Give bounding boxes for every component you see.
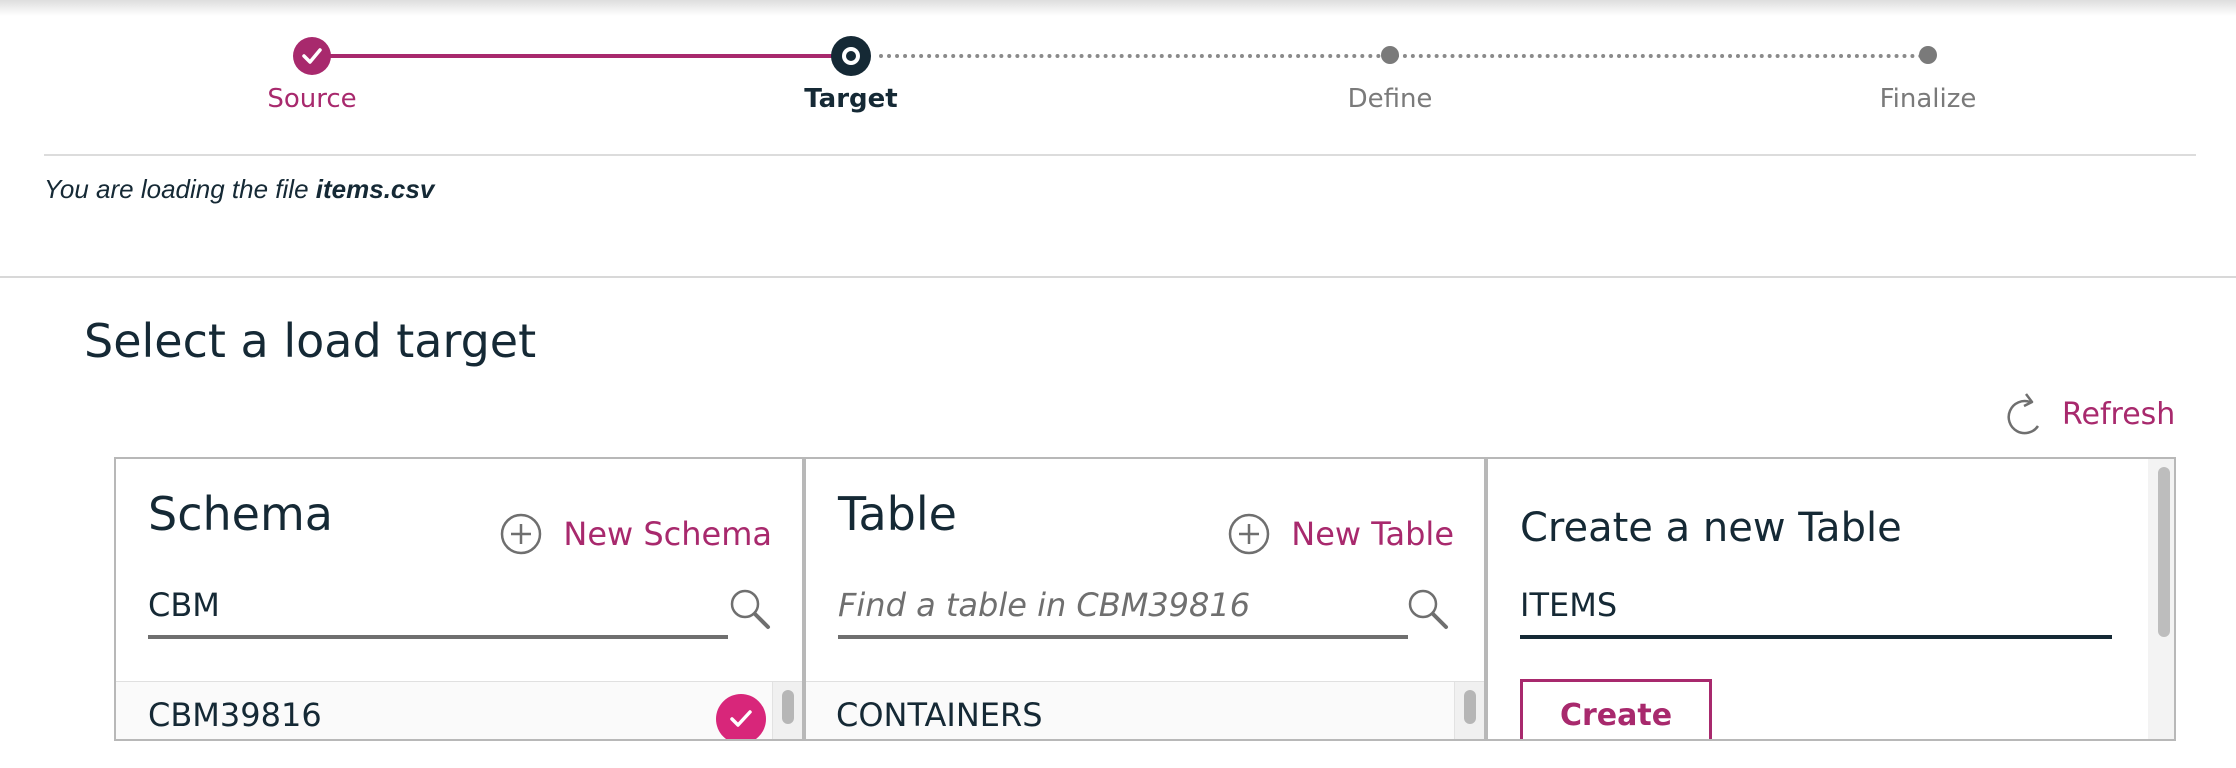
refresh-icon <box>2007 393 2040 435</box>
table-list: CONTAINERS <box>806 681 1484 739</box>
table-panel: Table New Table Find a table in CBM39816… <box>806 459 1488 739</box>
step-label: Finalize <box>1879 84 1977 114</box>
file-note: You are loading the file items.csv <box>44 174 434 205</box>
selected-indicator <box>716 694 766 739</box>
table-name-input[interactable]: ITEMS <box>1520 577 2112 639</box>
step-target[interactable]: Target <box>731 0 971 130</box>
file-note-prefix: You are loading the file <box>44 174 309 204</box>
new-schema-label: New Schema <box>563 515 772 553</box>
file-name: items.csv <box>315 174 435 204</box>
scrollbar[interactable] <box>772 682 802 739</box>
table-search-input[interactable]: Find a table in CBM39816 <box>838 577 1408 639</box>
search-icon[interactable] <box>728 587 772 631</box>
scrollbar-thumb[interactable] <box>1464 690 1476 724</box>
step-label: Define <box>1347 84 1433 114</box>
refresh-button[interactable]: Refresh <box>2004 388 2175 440</box>
load-target-panels: Schema New Schema CBM CBM39816 Table New… <box>114 457 2176 741</box>
step-upcoming-indicator <box>1919 46 1937 64</box>
step-label: Source <box>267 84 357 114</box>
scrollbar[interactable] <box>2148 459 2174 739</box>
step-source[interactable]: Source <box>192 0 432 130</box>
load-wizard: Source Target Define Finalize You are lo… <box>0 0 2236 768</box>
add-circle-icon <box>1229 513 1270 555</box>
table-panel-title: Table <box>838 487 957 541</box>
page-title: Select a load target <box>84 314 537 368</box>
step-label: Target <box>804 84 898 114</box>
divider <box>0 276 2236 278</box>
step-upcoming-indicator <box>1381 46 1399 64</box>
schema-panel-title: Schema <box>148 487 333 541</box>
step-current-indicator <box>831 36 871 76</box>
new-table-label: New Table <box>1291 515 1454 553</box>
scrollbar[interactable] <box>1454 682 1484 739</box>
step-define[interactable]: Define <box>1270 0 1510 130</box>
schema-search-input[interactable]: CBM <box>148 577 728 639</box>
step-complete-indicator <box>293 37 331 75</box>
checkmark-circle-icon <box>730 710 752 727</box>
scrollbar-thumb[interactable] <box>2158 467 2170 637</box>
create-table-title: Create a new Table <box>1520 505 1902 551</box>
checkmark-icon <box>302 48 322 64</box>
schema-list: CBM39816 <box>116 681 802 739</box>
refresh-label: Refresh <box>2062 396 2176 432</box>
create-table-panel: Create a new Table ITEMS Create <box>1488 459 2174 739</box>
schema-panel: Schema New Schema CBM CBM39816 <box>116 459 806 739</box>
list-item[interactable]: CBM39816 <box>148 696 322 734</box>
list-item[interactable]: CONTAINERS <box>836 696 1043 734</box>
progress-stepper: Source Target Define Finalize <box>0 0 2236 130</box>
create-button[interactable]: Create <box>1520 679 1712 739</box>
search-icon[interactable] <box>1406 587 1450 631</box>
new-schema-button[interactable]: New Schema <box>499 509 772 559</box>
new-table-button[interactable]: New Table <box>1227 509 1454 559</box>
step-finalize[interactable]: Finalize <box>1808 0 2048 130</box>
add-circle-icon <box>501 513 542 555</box>
scrollbar-thumb[interactable] <box>782 690 794 724</box>
divider <box>44 154 2196 156</box>
